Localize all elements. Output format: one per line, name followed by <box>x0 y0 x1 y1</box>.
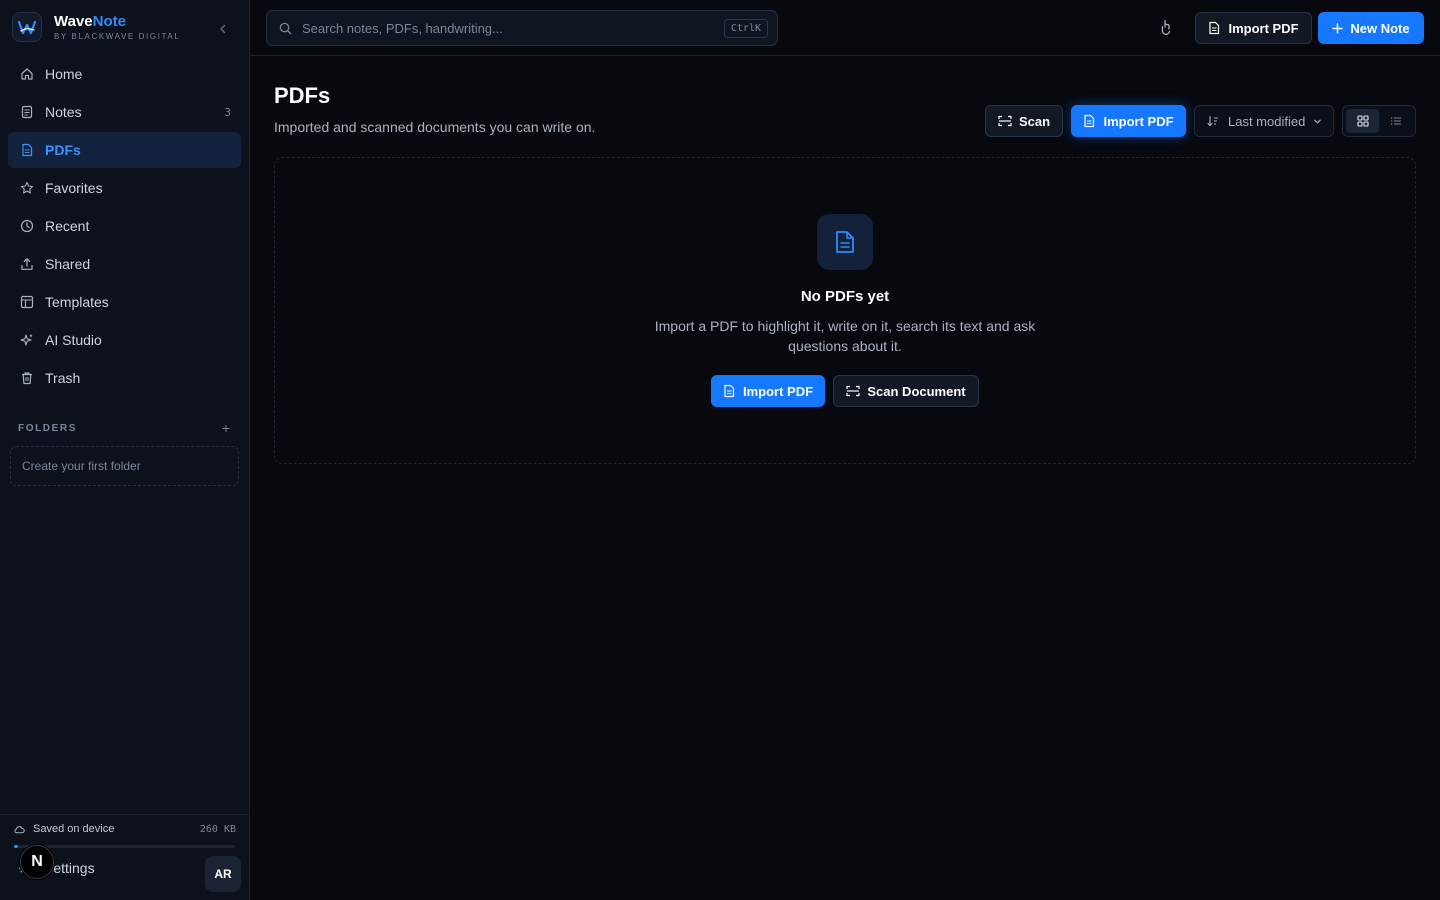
sparkle-icon <box>20 333 34 347</box>
storage-status: Saved on device 260 KB <box>0 814 249 848</box>
floating-n-badge[interactable]: N <box>20 845 54 879</box>
sidebar-item-label: Trash <box>45 370 81 386</box>
new-note-button[interactable]: New Note <box>1318 12 1424 44</box>
sidebar-item-pdfs[interactable]: PDFs <box>8 132 241 168</box>
sidebar-item-label: Shared <box>45 256 91 272</box>
chevron-down-icon <box>1313 117 1322 126</box>
sort-icon <box>1207 115 1219 127</box>
sidebar-item-notes[interactable]: Notes 3 <box>8 94 241 130</box>
folders-header: FOLDERS + <box>18 420 232 436</box>
sidebar-item-label: Favorites <box>45 180 103 196</box>
scan-icon <box>998 115 1012 127</box>
avatar[interactable]: AR <box>205 856 241 892</box>
pen-hand-icon <box>1161 19 1171 35</box>
grid-icon <box>1356 115 1369 127</box>
share-icon <box>20 257 34 271</box>
scan-icon <box>846 385 860 397</box>
sidebar-item-label: PDFs <box>45 142 81 158</box>
pdf-file-icon <box>20 143 34 157</box>
storage-label-group: Saved on device <box>14 823 114 835</box>
header-import-pdf-button[interactable]: Import PDF <box>1071 105 1186 137</box>
brand-text: WaveNote BY BLACKWAVE DIGITAL <box>54 12 181 41</box>
sidebar: WaveNote BY BLACKWAVE DIGITAL Home Notes… <box>0 0 250 900</box>
search-shortcut-hint: CtrlK <box>723 19 768 38</box>
storage-row: Saved on device 260 KB <box>14 823 236 835</box>
handwriting-toggle-button[interactable] <box>1158 18 1176 36</box>
scan-button[interactable]: Scan <box>985 105 1063 137</box>
new-note-label: New Note <box>1350 20 1410 36</box>
grid-view-button[interactable] <box>1346 109 1379 133</box>
empty-state-panel <box>274 157 1416 464</box>
add-folder-button[interactable]: + <box>220 420 232 436</box>
sidebar-item-shared[interactable]: Shared <box>8 246 241 282</box>
wavenote-logo-icon <box>12 12 42 42</box>
scan-label: Scan <box>1018 113 1051 129</box>
cloud-icon <box>14 824 25 835</box>
list-view-button[interactable] <box>1379 109 1412 133</box>
brand-tagline: BY BLACKWAVE DIGITAL <box>54 31 181 41</box>
home-icon <box>20 67 34 81</box>
page-subtitle: Imported and scanned documents you can w… <box>274 119 596 135</box>
view-toggle <box>1342 105 1416 137</box>
sidebar-item-label: Notes <box>45 104 82 120</box>
brand-name: WaveNote <box>54 12 180 30</box>
sidebar-item-recent[interactable]: Recent <box>8 208 241 244</box>
notes-count-badge: 3 <box>224 105 231 119</box>
import-pdf-label: Import PDF <box>1228 20 1299 36</box>
empty-state-description: Import a PDF to highlight it, write on i… <box>654 318 1036 354</box>
brand-name-part1: Wave <box>54 12 93 30</box>
import-pdf-label: Import PDF <box>1103 113 1174 129</box>
storage-label: Saved on device <box>33 823 115 835</box>
sort-dropdown[interactable]: Last modified <box>1194 105 1334 137</box>
trash-icon <box>20 371 34 385</box>
plus-icon <box>1332 22 1344 34</box>
collapse-sidebar-button[interactable] <box>214 20 232 38</box>
sidebar-nav: Home Notes 3 PDFs Favorites Recent Share… <box>8 56 241 398</box>
star-icon <box>20 181 34 195</box>
file-import-icon <box>723 384 736 398</box>
page-title: PDFs <box>274 83 331 108</box>
storage-progress-fill <box>14 845 19 848</box>
note-icon <box>20 105 34 119</box>
sidebar-item-label: AI Studio <box>45 332 102 348</box>
chevron-left-icon <box>220 24 226 34</box>
create-first-folder[interactable]: Create your first folder <box>10 446 239 486</box>
brand-name-part2: Note <box>92 12 126 30</box>
sidebar-item-trash[interactable]: Trash <box>8 360 241 396</box>
clock-icon <box>20 219 34 233</box>
file-import-icon <box>1208 21 1221 35</box>
sort-label: Last modified <box>1228 113 1306 129</box>
sidebar-item-ai-studio[interactable]: AI Studio <box>8 322 241 358</box>
brand[interactable]: WaveNote BY BLACKWAVE DIGITAL <box>12 12 180 42</box>
import-pdf-label: Import PDF <box>742 383 814 399</box>
sidebar-item-home[interactable]: Home <box>8 56 241 92</box>
topbar-import-pdf-button[interactable]: Import PDF <box>1195 12 1312 44</box>
pdf-document-icon <box>817 214 873 270</box>
storage-size: 260 KB <box>199 823 236 835</box>
search-box[interactable]: CtrlK <box>266 10 778 46</box>
search-icon <box>279 22 292 35</box>
sidebar-item-label: Recent <box>45 218 90 234</box>
sidebar-item-favorites[interactable]: Favorites <box>8 170 241 206</box>
scan-document-label: Scan Document <box>867 383 966 399</box>
search-input[interactable] <box>302 20 702 36</box>
sidebar-item-label: Home <box>45 66 83 82</box>
list-icon <box>1390 117 1401 125</box>
empty-state-title: No PDFs yet <box>800 288 890 305</box>
folders-label: FOLDERS <box>18 422 77 434</box>
empty-import-pdf-button[interactable]: Import PDF <box>711 375 825 407</box>
scan-document-button[interactable]: Scan Document <box>833 375 979 407</box>
file-import-icon <box>1083 114 1096 128</box>
